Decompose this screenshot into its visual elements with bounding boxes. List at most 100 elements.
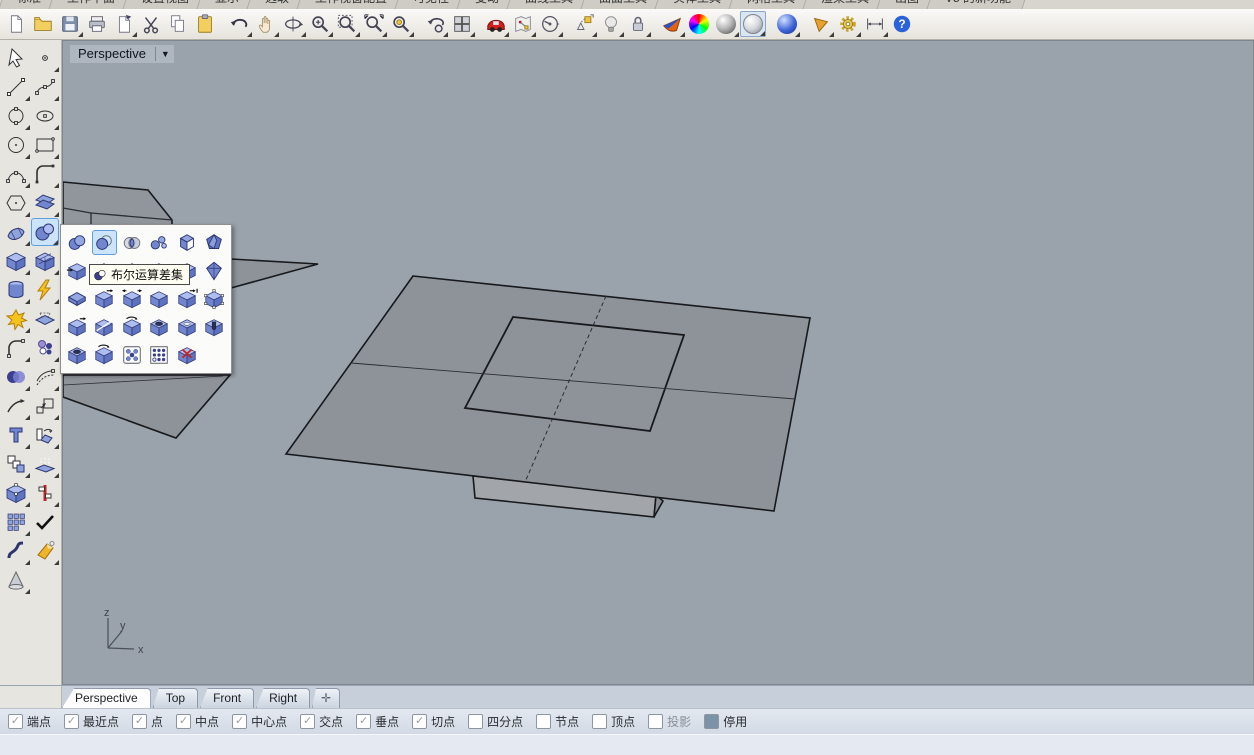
flyout-arrow-icon[interactable] (78, 32, 83, 37)
osnap-item[interactable]: ✓交点 (300, 713, 343, 730)
open-file-button[interactable] (30, 11, 56, 37)
menu-tab[interactable]: 工作平面 (48, 0, 133, 9)
flyout-arrow-icon[interactable] (25, 357, 30, 362)
sidebar-circle-button[interactable] (2, 131, 30, 159)
sidebar-explode-mesh-button[interactable] (31, 276, 59, 304)
flyout-arrow-icon[interactable] (25, 154, 30, 159)
sidebar-point-cloud-button[interactable] (31, 334, 59, 362)
osnap-checkbox[interactable]: ✓ (8, 714, 23, 729)
osnap-item[interactable]: ✓点 (132, 713, 163, 730)
cut-button[interactable] (138, 11, 164, 37)
flyout-arrow-icon[interactable] (25, 473, 30, 478)
osnap-checkbox[interactable]: ✓ (132, 714, 147, 729)
flyout-boolean-split-button[interactable] (147, 230, 172, 255)
sidebar-extend-curve-button[interactable] (2, 392, 30, 420)
flyout-arrow-icon[interactable] (274, 32, 279, 37)
zoom-extents-button[interactable] (361, 11, 387, 37)
perspective-viewport[interactable]: zyx Perspective ▼ (62, 40, 1254, 685)
osnap-checkbox[interactable] (536, 714, 551, 729)
flyout-arrow-icon[interactable] (558, 32, 563, 37)
flyout-arrow-icon[interactable] (247, 32, 252, 37)
flyout-arrow-icon[interactable] (829, 32, 834, 37)
flyout-arrow-icon[interactable] (25, 183, 30, 188)
sidebar-copy-object-button[interactable] (2, 450, 30, 478)
flyout-arrow-icon[interactable] (382, 32, 387, 37)
save-file-button[interactable] (57, 11, 83, 37)
cplane-button[interactable] (537, 11, 563, 37)
viewport-title-dropdown-icon[interactable]: ▼ (161, 49, 170, 59)
viewport-tab-perspective[interactable]: Perspective (62, 688, 151, 708)
flyout-arrow-icon[interactable] (443, 32, 448, 37)
flyout-arrow-icon[interactable] (25, 386, 30, 391)
flyout-make-hole-button[interactable] (147, 314, 172, 339)
osnap-item[interactable]: ✓端点 (8, 713, 51, 730)
flyout-arrow-icon[interactable] (25, 96, 30, 101)
pan-button[interactable] (253, 11, 279, 37)
sidebar-cylinder-button[interactable] (2, 276, 30, 304)
flyout-arrow-icon[interactable] (53, 240, 58, 245)
flyout-arrow-icon[interactable] (470, 32, 475, 37)
flyout-place-hole-button[interactable] (174, 314, 199, 339)
sidebar-mesh-button[interactable] (31, 247, 59, 275)
export-button[interactable] (111, 11, 137, 37)
osnap-item[interactable]: 节点 (536, 713, 579, 730)
flyout-arrow-icon[interactable] (132, 32, 137, 37)
dimension-button[interactable] (862, 11, 888, 37)
flyout-arrow-icon[interactable] (646, 32, 651, 37)
undo-view-change-button[interactable] (422, 11, 448, 37)
osnap-item[interactable]: 四分点 (468, 713, 523, 730)
osnap-checkbox[interactable] (592, 714, 607, 729)
flyout-extrude-both-sides-button[interactable] (119, 286, 144, 311)
sidebar-explode-button[interactable] (2, 305, 30, 333)
flyout-extract-surface-button[interactable] (64, 258, 89, 283)
osnap-checkbox[interactable]: ✓ (176, 714, 191, 729)
left-plate-lower[interactable] (63, 375, 230, 438)
flyout-boolean-union-button[interactable] (64, 230, 89, 255)
flyout-arrow-icon[interactable] (54, 299, 59, 304)
flyout-arrow-icon[interactable] (619, 32, 624, 37)
flyout-arrow-icon[interactable] (25, 444, 30, 449)
render-button[interactable] (659, 11, 685, 37)
flyout-arrow-icon[interactable] (25, 299, 30, 304)
flyout-arrow-icon[interactable] (592, 32, 597, 37)
new-file-button[interactable] (3, 11, 29, 37)
menu-tab[interactable]: 网格工具 (729, 0, 814, 9)
sidebar-twist-button[interactable] (2, 537, 30, 565)
ghosted-viewport-button[interactable] (740, 11, 766, 37)
notify-button[interactable] (808, 11, 834, 37)
flyout-arrow-icon[interactable] (25, 560, 30, 565)
flyout-arrow-icon[interactable] (25, 415, 30, 420)
rendered-viewport-button[interactable] (774, 11, 800, 37)
flyout-arrow-icon[interactable] (531, 32, 536, 37)
flyout-diamond-solid-button[interactable] (202, 258, 227, 283)
osnap-item[interactable]: 投影 (648, 713, 691, 730)
sidebar-rotate-copy-button[interactable] (31, 421, 59, 449)
osnap-checkbox[interactable]: ✓ (300, 714, 315, 729)
flyout-extrude-to-boundary-button[interactable] (174, 286, 199, 311)
sidebar-align-button[interactable] (31, 479, 59, 507)
sidebar-circle-deformable-button[interactable] (2, 102, 30, 130)
sidebar-polygon-button[interactable] (2, 189, 30, 217)
flyout-array-hole-button[interactable] (119, 342, 144, 367)
flyout-arrow-icon[interactable] (25, 241, 30, 246)
sidebar-section-button[interactable] (31, 305, 59, 333)
sidebar-fillet-corner-button[interactable] (31, 160, 59, 188)
flyout-polyhedron-button[interactable] (202, 230, 227, 255)
flyout-arrow-icon[interactable] (54, 560, 59, 565)
sidebar-select-button[interactable] (2, 44, 30, 72)
sidebar-scale-button[interactable] (31, 392, 59, 420)
flyout-move-face-button[interactable] (64, 314, 89, 339)
flyout-arrow-icon[interactable] (25, 502, 30, 507)
osnap-item[interactable]: ✓垂点 (356, 713, 399, 730)
viewport-tab-top[interactable]: Top (153, 688, 198, 708)
flyout-arrow-icon[interactable] (680, 32, 685, 37)
flyout-extrude-capped-button[interactable] (147, 286, 172, 311)
sidebar-solid-sphere-button[interactable] (31, 218, 59, 246)
flyout-arrow-icon[interactable] (504, 32, 509, 37)
flyout-arrow-icon[interactable] (883, 32, 888, 37)
sidebar-check-button[interactable] (31, 508, 59, 536)
flyout-arrow-icon[interactable] (795, 32, 800, 37)
flyout-arrow-icon[interactable] (54, 125, 59, 130)
left-plate-triangle[interactable] (231, 259, 318, 288)
sidebar-box-button[interactable] (2, 247, 30, 275)
